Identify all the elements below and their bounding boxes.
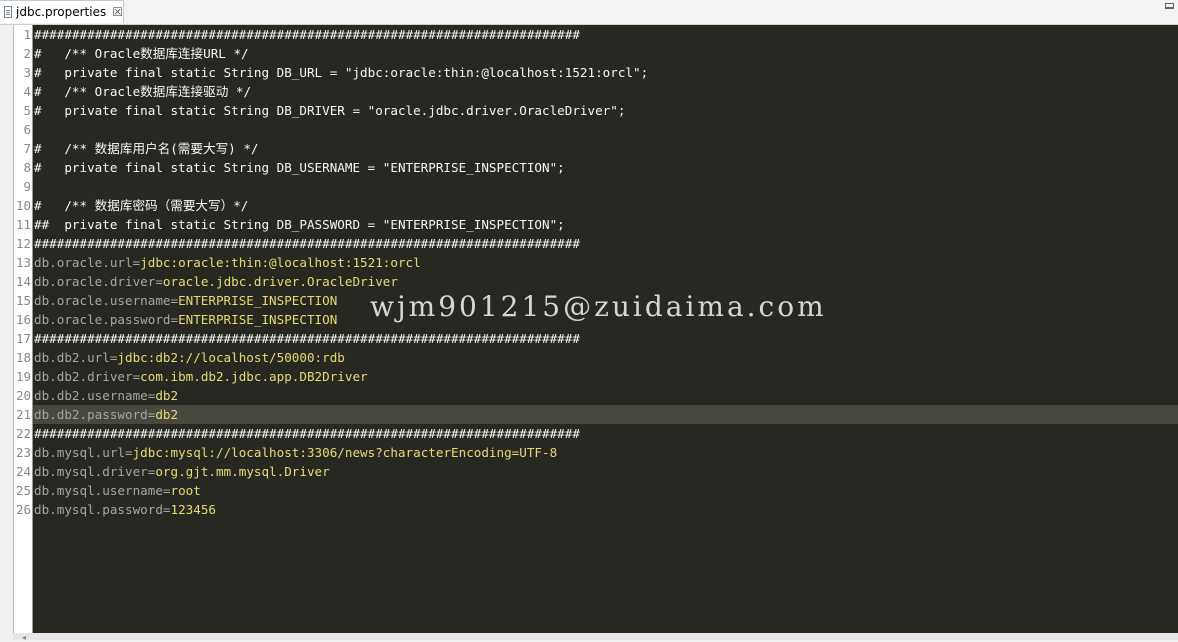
- property-key: db.mysql.password=: [34, 502, 171, 517]
- line-number: 13: [15, 255, 31, 270]
- line-number: 16: [15, 312, 31, 327]
- scroll-left-icon[interactable]: ◂: [22, 633, 26, 642]
- line-number: 23: [15, 445, 31, 460]
- code-line[interactable]: db.db2.url=jdbc:db2://localhost/50000:rd…: [33, 348, 1178, 367]
- comment-text: # private final static String DB_USERNAM…: [34, 160, 565, 175]
- line-number: 4: [23, 84, 31, 99]
- code-line[interactable]: db.mysql.username=root: [33, 481, 1178, 500]
- code-line[interactable]: db.mysql.url=jdbc:mysql://localhost:3306…: [33, 443, 1178, 462]
- property-key: db.db2.username=: [34, 388, 156, 403]
- line-number: 3: [23, 65, 31, 80]
- comment-text: # /** 数据库用户名(需要大写) */: [34, 141, 259, 156]
- editor-tab-bar: jdbc.properties ☒: [0, 0, 1178, 25]
- comment-text: ########################################…: [34, 27, 580, 42]
- property-value: jdbc:oracle:thin:@localhost:1521:orcl: [140, 255, 421, 270]
- comment-text: ########################################…: [34, 331, 580, 346]
- property-key: db.oracle.password=: [34, 312, 179, 327]
- code-line[interactable]: # private final static String DB_USERNAM…: [33, 158, 1178, 177]
- code-line[interactable]: db.oracle.url=jdbc:oracle:thin:@localhos…: [33, 253, 1178, 272]
- property-key: db.db2.driver=: [34, 369, 141, 384]
- code-line[interactable]: db.db2.driver=com.ibm.db2.jdbc.app.DB2Dr…: [33, 367, 1178, 386]
- code-line[interactable]: ########################################…: [33, 329, 1178, 348]
- code-line[interactable]: # private final static String DB_DRIVER …: [33, 101, 1178, 120]
- line-number: 22: [15, 426, 31, 441]
- property-value: root: [170, 483, 201, 498]
- comment-text: # /** Oracle数据库连接驱动 */: [34, 84, 252, 99]
- code-line[interactable]: # /** 数据库密码（需要大写）*/: [33, 196, 1178, 215]
- tab-jdbc-properties[interactable]: jdbc.properties ☒: [0, 0, 124, 23]
- minimize-icon[interactable]: [1165, 3, 1174, 9]
- line-number: 21: [15, 407, 31, 422]
- property-key: db.mysql.username=: [34, 483, 171, 498]
- property-key: db.db2.password=: [34, 407, 156, 422]
- code-line[interactable]: db.mysql.driver=org.gjt.mm.mysql.Driver: [33, 462, 1178, 481]
- code-line[interactable]: # private final static String DB_URL = "…: [33, 63, 1178, 82]
- watermark: wjm901215@zuidaima.com: [370, 290, 827, 323]
- line-number: 6: [23, 122, 31, 137]
- property-value: jdbc:mysql://localhost:3306/news?charact…: [132, 445, 558, 460]
- properties-file-icon: [4, 6, 13, 18]
- property-key: db.oracle.url=: [34, 255, 141, 270]
- horizontal-scrollbar[interactable]: [13, 633, 1178, 640]
- comment-text: # /** Oracle数据库连接URL */: [34, 46, 249, 61]
- property-key: db.mysql.url=: [34, 445, 133, 460]
- line-number: 19: [15, 369, 31, 384]
- line-number: 5: [23, 103, 31, 118]
- code-line[interactable]: [33, 177, 1178, 196]
- code-line[interactable]: ########################################…: [33, 424, 1178, 443]
- comment-text: # private final static String DB_DRIVER …: [34, 103, 626, 118]
- property-value: ENTERPRISE_INSPECTION: [178, 312, 338, 327]
- property-value: jdbc:db2://localhost/50000:rdb: [117, 350, 345, 365]
- code-line[interactable]: db.oracle.driver=oracle.jdbc.driver.Orac…: [33, 272, 1178, 291]
- code-editor[interactable]: 1 2 3 4 5 6 7 8 9 10 11 12 13 14 15 16 17 18 19 20 21 22 23 24 2…: [13, 25, 1178, 633]
- line-number: 15: [15, 293, 31, 308]
- property-value: org.gjt.mm.mysql.Driver: [155, 464, 330, 479]
- line-number: 2: [23, 46, 31, 61]
- line-number-ruler: 1 2 3 4 5 6 7 8 9 10 11 12 13 14 15 16 17 18 19 20 21 22 23 24 2…: [14, 25, 33, 633]
- line-number: 10: [15, 198, 31, 213]
- property-key: db.oracle.driver=: [34, 274, 163, 289]
- comment-text: # /** 数据库密码（需要大写）*/: [34, 198, 249, 213]
- code-line[interactable]: db.mysql.password=123456: [33, 500, 1178, 519]
- comment-text: # private final static String DB_URL = "…: [34, 65, 649, 80]
- property-value: ENTERPRISE_INSPECTION: [178, 293, 338, 308]
- line-number: 7: [23, 141, 31, 156]
- code-line[interactable]: [33, 120, 1178, 139]
- property-value: com.ibm.db2.jdbc.app.DB2Driver: [140, 369, 368, 384]
- property-value: 123456: [170, 502, 216, 517]
- tab-title: jdbc.properties: [16, 5, 107, 19]
- line-number: 26: [15, 502, 31, 517]
- line-number: 14: [15, 274, 31, 289]
- comment-text: ########################################…: [34, 236, 580, 251]
- code-line[interactable]: db.db2.username=db2: [33, 386, 1178, 405]
- line-number: 18: [15, 350, 31, 365]
- code-line[interactable]: # /** Oracle数据库连接驱动 */: [33, 82, 1178, 101]
- line-number: 9: [23, 179, 31, 194]
- code-line[interactable]: ########################################…: [33, 25, 1178, 44]
- close-icon[interactable]: ☒: [112, 6, 123, 18]
- property-value: db2: [155, 407, 179, 422]
- code-line[interactable]: # /** Oracle数据库连接URL */: [33, 44, 1178, 63]
- line-number: 24: [15, 464, 31, 479]
- comment-text: ########################################…: [34, 426, 580, 441]
- comment-text: ## private final static String DB_PASSWO…: [34, 217, 565, 232]
- code-content[interactable]: ########################################…: [33, 25, 1178, 519]
- code-line[interactable]: ## private final static String DB_PASSWO…: [33, 215, 1178, 234]
- property-value: oracle.jdbc.driver.OracleDriver: [162, 274, 398, 289]
- property-key: db.oracle.username=: [34, 293, 179, 308]
- line-number: 1: [23, 27, 31, 42]
- property-key: db.db2.url=: [34, 350, 118, 365]
- line-number: 11: [15, 217, 31, 232]
- code-line[interactable]: ########################################…: [33, 234, 1178, 253]
- line-number: 25: [15, 483, 31, 498]
- code-line[interactable]: # /** 数据库用户名(需要大写) */: [33, 139, 1178, 158]
- line-number: 17: [15, 331, 31, 346]
- line-number: 12: [15, 236, 31, 251]
- property-key: db.mysql.driver=: [34, 464, 156, 479]
- property-value: db2: [155, 388, 179, 403]
- line-number: 20: [15, 388, 31, 403]
- code-line[interactable]: db.db2.password=db2: [33, 405, 1178, 424]
- line-number: 8: [23, 160, 31, 175]
